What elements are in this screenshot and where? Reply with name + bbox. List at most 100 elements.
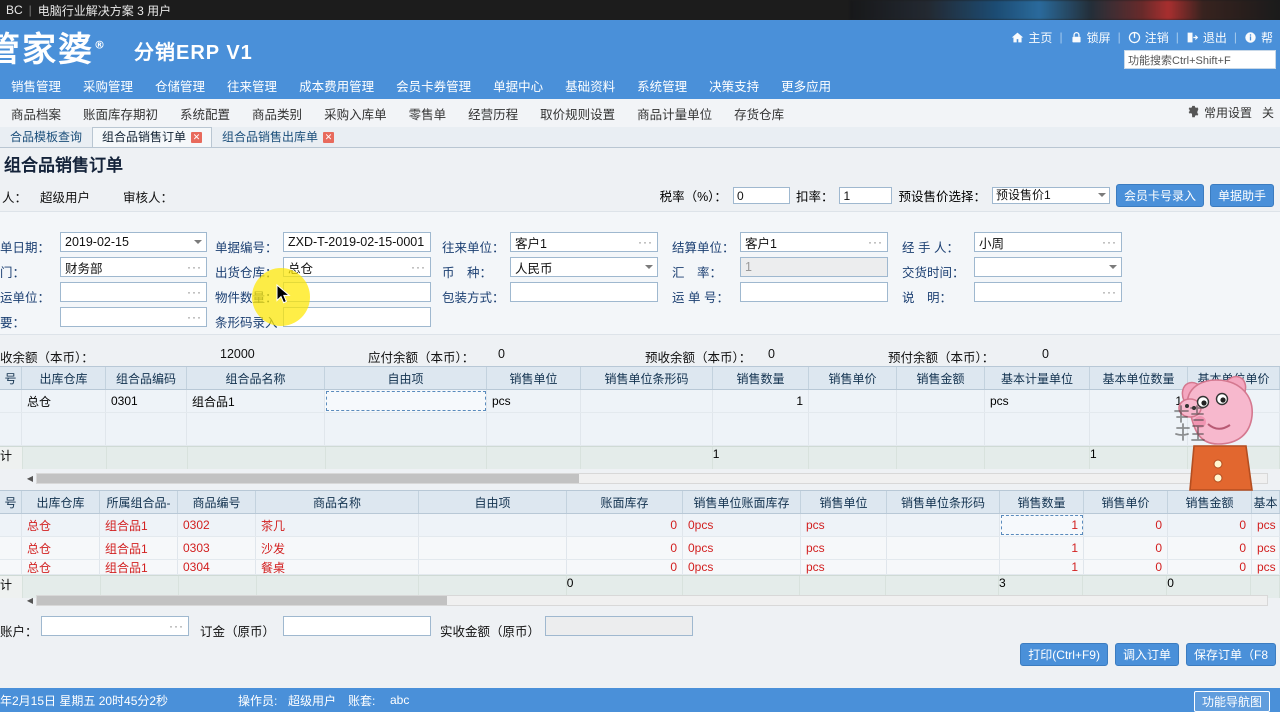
item-grid-scroll-left-arrow[interactable]: ◀: [24, 595, 36, 606]
ellipsis-icon[interactable]: ···: [407, 260, 426, 274]
account-picker[interactable]: ···: [41, 616, 189, 636]
submenu-item-purchase-receipt[interactable]: 采购入库单: [313, 104, 398, 123]
column-header-sale-barcode[interactable]: 销售单位条形码: [581, 367, 713, 389]
table-row[interactable]: [0, 413, 1280, 446]
column-header-sale-qty[interactable]: 销售数量: [1000, 491, 1084, 513]
doc-number-input[interactable]: ZXD-T-2019-02-15-0001: [283, 232, 431, 252]
print-button[interactable]: 打印(Ctrl+F9): [1020, 643, 1108, 666]
ellipsis-icon[interactable]: ···: [165, 619, 184, 633]
submenu-item-business-history[interactable]: 经营历程: [457, 104, 529, 123]
member-card-entry-button[interactable]: 会员卡号录入: [1116, 184, 1204, 207]
submenu-item-opening-stock[interactable]: 账面库存期初: [72, 104, 169, 123]
menu-item-membership[interactable]: 会员卡券管理: [385, 76, 482, 95]
menu-item-basic-data[interactable]: 基础资料: [554, 76, 626, 95]
column-header-sale-amount[interactable]: 销售金额: [897, 367, 985, 389]
item-grid-hscrollbar[interactable]: [36, 595, 1268, 606]
cell-free-item[interactable]: [325, 390, 487, 412]
menu-item-transactions[interactable]: 往来管理: [216, 76, 288, 95]
submenu-item-product-file[interactable]: 商品档案: [0, 104, 72, 123]
discount-input[interactable]: 1: [839, 187, 892, 204]
column-header-combo-code[interactable]: 组合品编码: [106, 367, 187, 389]
preset-price-select[interactable]: 预设售价1: [992, 187, 1110, 204]
shipping-warehouse-picker[interactable]: 总仓 ···: [283, 257, 431, 277]
table-row[interactable]: 总仓 组合品1 0302 茶几 0 0pcs pcs 1 0 0 pcs: [0, 514, 1280, 537]
document-assistant-button[interactable]: 单据助手: [1210, 184, 1274, 207]
ellipsis-icon[interactable]: ···: [183, 310, 202, 324]
remark-picker[interactable]: ···: [974, 282, 1122, 302]
currency-select[interactable]: 人民币: [510, 257, 658, 277]
packaging-input[interactable]: [510, 282, 658, 302]
column-header-unit-book-stock[interactable]: 销售单位账面库存: [683, 491, 801, 513]
column-header-no[interactable]: 号: [0, 367, 22, 389]
column-header-free-item[interactable]: 自由项: [325, 367, 487, 389]
tab-combo-sales-order[interactable]: 组合品销售订单 ✕: [92, 127, 212, 147]
close-icon[interactable]: ✕: [323, 132, 334, 143]
counterparty-picker[interactable]: 客户1 ···: [510, 232, 658, 252]
waybill-no-input[interactable]: [740, 282, 888, 302]
ellipsis-icon[interactable]: ···: [1098, 285, 1117, 299]
tab-combo-sales-delivery[interactable]: 组合品销售出库单 ✕: [212, 127, 344, 147]
table-row[interactable]: 总仓 组合品1 0303 沙发 0 0pcs pcs 1 0 0 pcs: [0, 537, 1280, 560]
ellipsis-icon[interactable]: ···: [183, 260, 202, 274]
column-header-product-name[interactable]: 商品名称: [256, 491, 419, 513]
column-header-base-qty[interactable]: 基本单位数量: [1090, 367, 1188, 389]
header-action-exit[interactable]: 退出: [1179, 29, 1234, 46]
submenu-more-label[interactable]: 关: [1262, 104, 1274, 121]
column-header-sale-qty[interactable]: 销售数量: [713, 367, 809, 389]
column-header-sale-price[interactable]: 销售单价: [809, 367, 897, 389]
menu-item-more-apps[interactable]: 更多应用: [770, 76, 842, 95]
column-header-base[interactable]: 基本: [1252, 491, 1280, 513]
cell-sale-qty[interactable]: 1: [1000, 537, 1084, 559]
deposit-input[interactable]: [283, 616, 431, 636]
menu-item-sales[interactable]: 销售管理: [0, 76, 72, 95]
submenu-item-retail-order[interactable]: 零售单: [398, 104, 458, 123]
column-header-sale-barcode[interactable]: 销售单位条形码: [887, 491, 1000, 513]
column-header-sale-amount[interactable]: 销售金额: [1168, 491, 1252, 513]
column-header-book-stock[interactable]: 账面库存: [567, 491, 683, 513]
table-row[interactable]: 总仓 0301 组合品1 pcs 1 pcs 1: [0, 390, 1280, 413]
column-header-sale-price[interactable]: 销售单价: [1084, 491, 1168, 513]
column-header-base-unit[interactable]: 基本计量单位: [985, 367, 1090, 389]
shipper-picker[interactable]: ···: [60, 282, 207, 302]
column-header-sale-unit[interactable]: 销售单位: [487, 367, 581, 389]
column-header-warehouse[interactable]: 出库仓库: [22, 491, 100, 513]
header-action-help[interactable]: 帮: [1237, 29, 1280, 46]
combo-grid-hscrollbar[interactable]: [36, 473, 1268, 484]
menu-item-system[interactable]: 系统管理: [626, 76, 698, 95]
column-header-warehouse[interactable]: 出库仓库: [22, 367, 106, 389]
tab-combo-template-query[interactable]: 合品模板查询: [0, 127, 92, 147]
scrollbar-thumb[interactable]: [37, 474, 579, 483]
department-picker[interactable]: 财务部 ···: [60, 257, 207, 277]
menu-item-purchase[interactable]: 采购管理: [72, 76, 144, 95]
column-header-base-price[interactable]: 基本单位单价: [1188, 367, 1280, 389]
summary-picker[interactable]: ···: [60, 307, 207, 327]
menu-item-decision[interactable]: 决策支持: [698, 76, 770, 95]
scrollbar-thumb[interactable]: [37, 596, 447, 605]
column-header-parent-combo[interactable]: 所属组合品-: [100, 491, 178, 513]
ellipsis-icon[interactable]: ···: [634, 235, 653, 249]
delivery-time-select[interactable]: [974, 257, 1122, 277]
column-header-combo-name[interactable]: 组合品名称: [187, 367, 325, 389]
save-order-button[interactable]: 保存订单（F8: [1186, 643, 1276, 666]
ellipsis-icon[interactable]: ···: [864, 235, 883, 249]
package-count-input[interactable]: [283, 282, 431, 302]
barcode-entry-input[interactable]: [283, 307, 431, 327]
column-header-sale-unit[interactable]: 销售单位: [801, 491, 887, 513]
combo-grid-scroll-left-arrow[interactable]: ◀: [24, 473, 36, 484]
import-order-button[interactable]: 调入订单: [1115, 643, 1179, 666]
menu-item-document-center[interactable]: 单据中心: [482, 76, 554, 95]
column-header-product-code[interactable]: 商品编号: [178, 491, 256, 513]
function-search-box[interactable]: 功能搜索Ctrl+Shift+F: [1124, 50, 1276, 69]
tax-rate-input[interactable]: 0: [733, 187, 790, 204]
header-action-logout[interactable]: 注销: [1121, 29, 1176, 46]
cell-sale-qty[interactable]: 1: [1000, 514, 1084, 536]
function-navigation-button[interactable]: 功能导航图: [1194, 691, 1270, 712]
ellipsis-icon[interactable]: ···: [183, 285, 202, 299]
header-action-lock[interactable]: 锁屏: [1063, 29, 1118, 46]
settlement-unit-picker[interactable]: 客户1 ···: [740, 232, 888, 252]
column-header-no[interactable]: 号: [0, 491, 22, 513]
menu-item-cost[interactable]: 成本费用管理: [288, 76, 385, 95]
close-icon[interactable]: ✕: [191, 132, 202, 143]
submenu-item-inventory-warehouse[interactable]: 存货仓库: [723, 104, 795, 123]
submenu-item-product-category[interactable]: 商品类别: [241, 104, 313, 123]
